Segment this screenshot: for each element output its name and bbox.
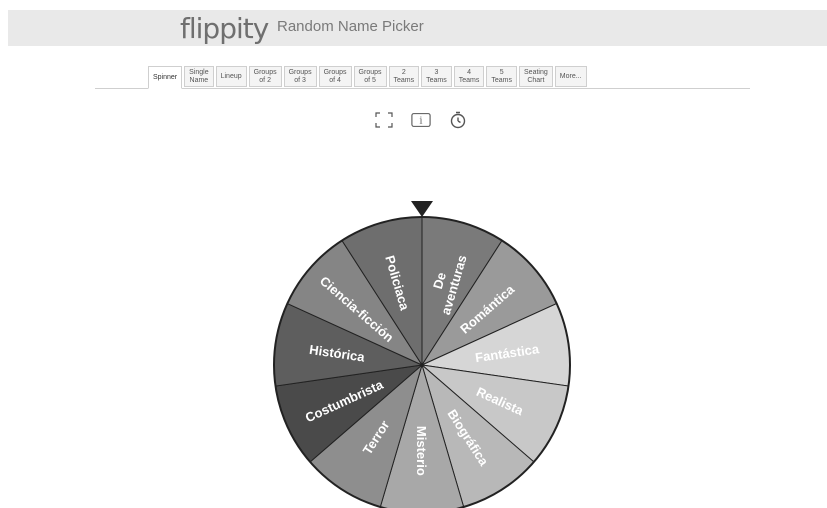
spinner-area: De aventuras Romántica Fantástica Realista Bi…	[0, 0, 827, 508]
wheel-label: Misterio	[414, 426, 429, 476]
spinner-pointer	[411, 201, 433, 217]
wheel-label-text: Misterio	[414, 426, 429, 476]
spinner-wheel[interactable]: DeaventurasRománticaFantásticaRealistaBi…	[0, 0, 827, 508]
